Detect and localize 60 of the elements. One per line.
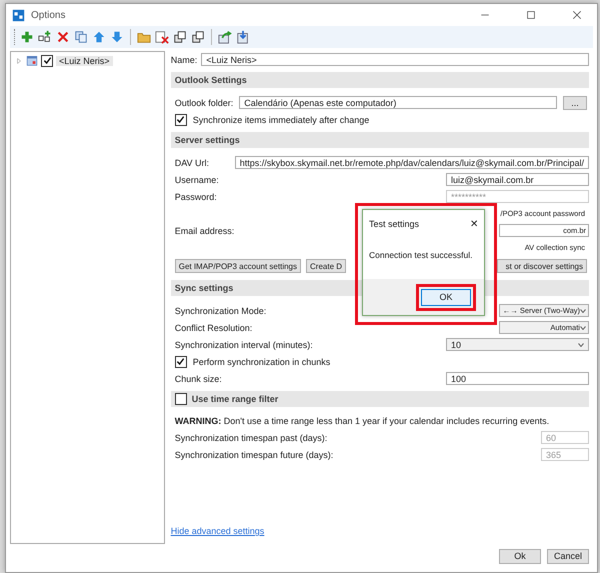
section-header: Server settings	[174, 135, 240, 145]
caret-icon	[580, 326, 586, 330]
field-label: Conflict Resolution:	[174, 322, 252, 332]
hide-settings-link[interactable]: Hide advanced settings	[170, 526, 264, 536]
folder-icon[interactable]	[137, 30, 151, 44]
tree-item[interactable]: <Luiz Neris>	[56, 56, 113, 66]
import-icon[interactable]	[236, 30, 250, 44]
input-field[interactable]: luiz@skymail.com.br	[446, 173, 589, 186]
export-icon[interactable]	[218, 30, 232, 44]
windows-icon[interactable]	[173, 30, 187, 44]
field-label: Name:	[170, 54, 198, 64]
checkbox[interactable]	[174, 356, 187, 368]
ok-button[interactable]: OK	[421, 288, 471, 306]
field-label: Username:	[174, 174, 219, 184]
close-icon[interactable]	[572, 10, 582, 20]
dropdown[interactable]: 10	[446, 338, 589, 351]
input-field[interactable]: 100	[446, 372, 589, 385]
section-header: Outlook Settings	[174, 75, 247, 85]
action-button[interactable]: Get IMAP/POP3 account settings	[174, 259, 301, 273]
window-title: Options	[31, 10, 66, 20]
windows-icon[interactable]	[191, 30, 205, 44]
checkbox[interactable]	[174, 393, 187, 405]
field-label: Synchronization Mode:	[174, 306, 266, 316]
caret-icon	[578, 342, 584, 346]
browse-button[interactable]: ...	[563, 96, 587, 110]
dialog-button[interactable]: Cancel	[547, 548, 589, 564]
checkbox[interactable]	[41, 54, 53, 66]
action-button[interactable]: Create D	[306, 259, 346, 273]
field-label: Synchronization interval (minutes):	[174, 340, 313, 350]
section-header: Use time range filter	[192, 394, 278, 404]
remove-table-icon[interactable]	[155, 30, 169, 44]
checkbox[interactable]	[174, 114, 187, 126]
field-label: DAV Url:	[174, 158, 210, 168]
app-icon	[12, 8, 25, 22]
field-label: Chunk size:	[174, 374, 222, 384]
delete-icon[interactable]	[56, 30, 70, 44]
name-field[interactable]: <Luiz Neris>	[201, 53, 589, 66]
field-label: Synchronization timespan past (days):	[174, 432, 328, 442]
field-label: Email address:	[174, 226, 234, 236]
dialog-message: Connection test successful.	[368, 249, 474, 262]
field-label: Synchronization timespan future (days):	[174, 450, 334, 460]
folder-field[interactable]: Calendário (Apenas este computador)	[239, 96, 557, 109]
checkbox-label[interactable]: Synchronize items immediately after change	[192, 114, 370, 124]
field-label: Outlook folder:	[174, 98, 234, 108]
section-header: Sync settings	[174, 283, 234, 293]
caret-icon	[580, 308, 586, 312]
copy-icon[interactable]	[74, 30, 88, 44]
field-label: Password:	[174, 192, 217, 202]
add-node-icon[interactable]	[38, 30, 52, 44]
down-arrow-icon[interactable]	[110, 30, 124, 44]
up-arrow-icon[interactable]	[92, 30, 106, 44]
dialog-title: Test settings	[369, 219, 420, 229]
close-button[interactable]: ✕	[470, 218, 478, 230]
dialog-button[interactable]: Ok	[499, 548, 541, 564]
calendar-icon[interactable]	[26, 55, 38, 66]
checkbox-label[interactable]: Perform synchronization in chunks	[192, 356, 330, 366]
action-button[interactable]: st or discover settings	[497, 259, 587, 273]
url-field[interactable]: https://skybox.skymail.net.br/remote.php/dav/calendars/luiz@skymail.com.br/Principal/	[234, 156, 589, 169]
maximize-icon[interactable]	[526, 10, 536, 20]
warning-text: WARNING: Don't use a time range less than 1 year if your calendar includes recurring events.	[174, 416, 550, 426]
